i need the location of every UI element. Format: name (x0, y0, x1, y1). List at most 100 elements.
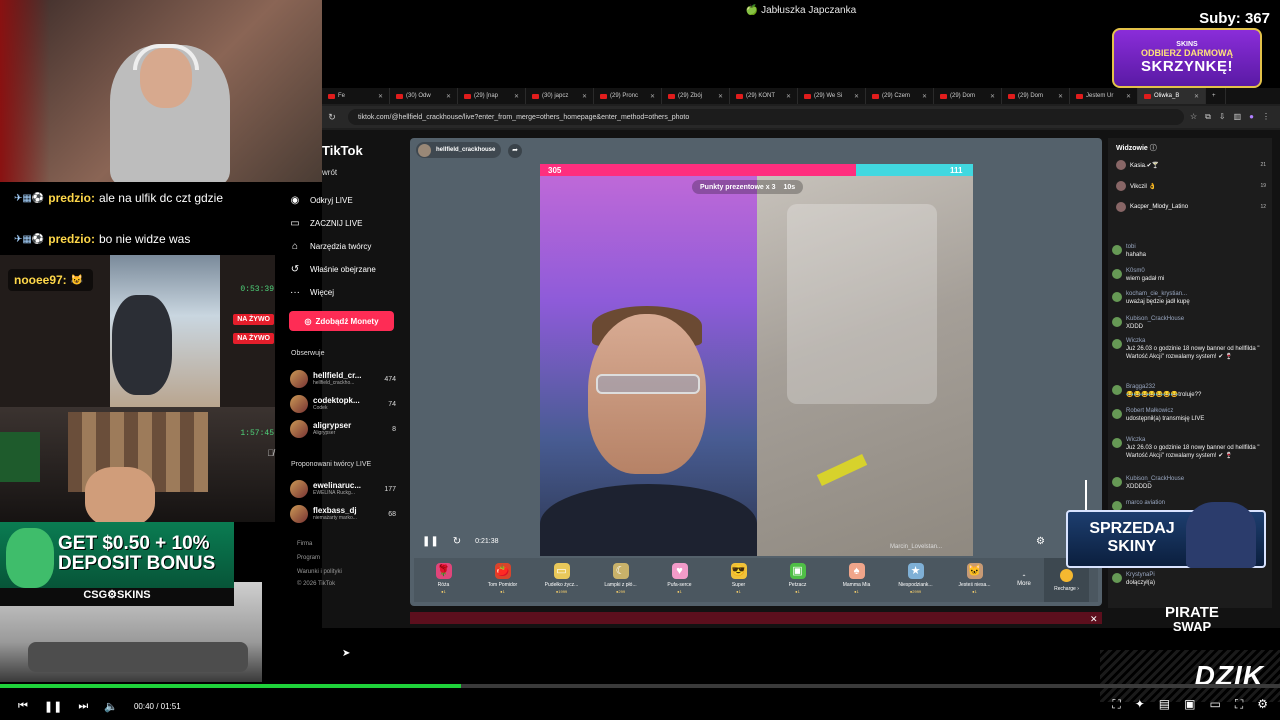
sparkle-icon[interactable]: ✦ (1135, 697, 1145, 712)
chat-username[interactable]: Kubison_CrackHouse (1126, 316, 1184, 323)
gift-item[interactable]: 🐱 Jesteś niesa... ●1 (945, 558, 1004, 602)
browser-tab[interactable]: Jestem Ur ✕ (1070, 88, 1138, 104)
gift-item[interactable]: ▣ Petzacz ●1 (768, 558, 827, 602)
viewer-row[interactable]: Kasia.✔🍸 21 (1116, 156, 1266, 174)
settings-icon[interactable]: ⚙ (1036, 536, 1045, 547)
volume-icon[interactable]: 🔈 (104, 700, 118, 713)
close-tab-icon[interactable]: ✕ (514, 93, 519, 100)
footer-link[interactable]: Firma (297, 541, 312, 547)
browser-tab[interactable]: (29) Dom ✕ (1002, 88, 1070, 104)
close-tab-icon[interactable]: ✕ (718, 93, 723, 100)
chat-username[interactable]: KrystynaPi (1126, 572, 1155, 579)
miniplayer-icon[interactable]: ▣ (1184, 697, 1195, 712)
suggested-item[interactable]: ewelinaruc... EWELINA Ruckg... 177 (290, 477, 396, 501)
suggested-item[interactable]: flexbass_dj niemażarty marko... 68 (290, 502, 396, 526)
menu-item-creator-tools[interactable]: ⌂ Narzędzia twórcy (288, 235, 408, 258)
chat-username[interactable]: kocham_cie_krystian... (1126, 291, 1190, 298)
reload-icon[interactable]: ↻ (322, 112, 342, 123)
close-tab-icon[interactable]: ✕ (1126, 93, 1131, 100)
footer-link[interactable]: Program (297, 555, 320, 561)
csgoskins-ad[interactable]: GET $0.50 + 10% DEPOSIT BONUS CSG⚙SKINS (0, 522, 234, 606)
chat-username[interactable]: Bragga232 (1126, 384, 1201, 391)
host-avatar (418, 143, 431, 157)
extensions-icon[interactable]: ⧉ (1205, 112, 1211, 122)
menu-item-discover-live[interactable]: ◉ Odkryj LIVE (288, 189, 408, 212)
chat-text: bo nie widze was (98, 232, 191, 246)
back-link[interactable]: wrót (322, 168, 337, 177)
browser-tab[interactable]: (29) [nap ✕ (458, 88, 526, 104)
menu-item-start-live[interactable]: ▭ ZACZNIJ LIVE (288, 212, 408, 235)
fullscreen-icon[interactable]: ⛶ (1235, 697, 1243, 712)
close-tab-icon[interactable]: ✕ (378, 93, 383, 100)
browser-tab[interactable]: (29) Dom ✕ (934, 88, 1002, 104)
close-tab-icon[interactable]: ✕ (854, 93, 859, 100)
viewer-row[interactable]: Kacper_Mlody_Latino 12 (1116, 198, 1266, 216)
browser-tab[interactable]: (29) We Si ✕ (798, 88, 866, 104)
following-item[interactable]: codektopk... Codek 74 (290, 392, 396, 416)
subtitles-icon[interactable]: ▤ (1159, 697, 1170, 712)
url-field[interactable]: tiktok.com/@hellfield_crackhouse/live?en… (348, 109, 1184, 125)
browser-tab[interactable]: (29) Pronc ✕ (594, 88, 662, 104)
close-tab-icon[interactable]: ✕ (990, 93, 995, 100)
pause-icon[interactable]: ❚❚ (44, 700, 62, 713)
crop-icon[interactable]: ⛶ (1112, 697, 1120, 712)
browser-tab[interactable]: Fe ✕ (322, 88, 390, 104)
theater-icon[interactable]: ▭ (1209, 697, 1220, 712)
close-tab-icon[interactable]: ✕ (446, 93, 451, 100)
star-icon[interactable]: ☆ (1190, 112, 1197, 122)
close-icon[interactable]: ✕ (1090, 614, 1098, 625)
following-item[interactable]: hellfield_cr... hellfield_crackho... 474 (290, 367, 396, 391)
sell-skins-ad[interactable]: SPRZEDAJ SKINY (1066, 502, 1266, 568)
footer-link[interactable]: Warunki i polityki (297, 569, 342, 575)
sidepanel-icon[interactable]: ▥ (1234, 112, 1242, 122)
host-chip[interactable]: hellfield_crackhouse (416, 142, 502, 158)
chat-username[interactable]: Kubison_CrackHouse (1126, 476, 1184, 483)
close-tab-icon[interactable]: ✕ (922, 93, 927, 100)
chat-username[interactable]: K0sm0 (1126, 268, 1164, 275)
chat-username[interactable]: Wiczka (1126, 338, 1264, 345)
gift-item[interactable]: ♠ Mamma Mia ●1 (827, 558, 886, 602)
browser-tab[interactable]: (29) Czem ✕ (866, 88, 934, 104)
pause-icon[interactable]: ❚❚ (422, 536, 439, 547)
gift-item[interactable]: 🌹 Róża ●1 (414, 558, 473, 602)
chat-username[interactable]: Wiczka (1126, 437, 1264, 444)
viewer-row[interactable]: Vikczil 👌 19 (1116, 177, 1266, 195)
profile-icon[interactable]: ● (1249, 112, 1254, 122)
chat-username[interactable]: tobi (1126, 244, 1146, 251)
close-tab-icon[interactable]: ✕ (1058, 93, 1063, 100)
chat-username[interactable]: marco aviation (1126, 500, 1165, 507)
close-tab-icon[interactable]: ✕ (786, 93, 791, 100)
menu-icon[interactable]: ⋮ (1262, 112, 1270, 122)
gift-item[interactable]: ☾ Lampki z płó... ●299 (591, 558, 650, 602)
tiktok-logo[interactable]: TikTok (322, 143, 363, 158)
video-progress-bar[interactable] (0, 684, 1280, 688)
settings-icon[interactable]: ⚙ (1257, 697, 1268, 712)
previous-icon[interactable]: ⏮ (18, 700, 28, 713)
browser-tab[interactable]: (30) Odw ✕ (390, 88, 458, 104)
gift-item[interactable]: ★ Niespodziank... ●2999 (886, 558, 945, 602)
menu-item-more[interactable]: ··· Więcej (288, 281, 408, 304)
close-tab-icon[interactable]: ✕ (582, 93, 587, 100)
gift-item[interactable]: ▭ Pudełko życz... ●1999 (532, 558, 591, 602)
promo-ad[interactable]: SKINS ODBIERZ DARMOWĄ SKRZYNKĘ! (1112, 28, 1262, 88)
downloads-icon[interactable]: ⇩ (1219, 112, 1226, 122)
browser-tab[interactable]: Oliwka_B ✕ (1138, 88, 1206, 104)
refresh-icon[interactable]: ↻ (453, 536, 461, 547)
volume-slider[interactable] (1082, 480, 1090, 510)
browser-tab[interactable]: (30) japcz ✕ (526, 88, 594, 104)
following-item[interactable]: aligrypser Aligrypser 8 (290, 417, 396, 441)
menu-item-recently-watched[interactable]: ↺ Właśnie obejrzane (288, 258, 408, 281)
gift-item[interactable]: 🍅 Tom Pomidor ●1 (473, 558, 532, 602)
chat-username[interactable]: Robert Małkowicz (1126, 408, 1204, 415)
gift-item[interactable]: 😎 Super ●1 (709, 558, 768, 602)
browser-tab[interactable]: (29) KONT ✕ (730, 88, 798, 104)
next-icon[interactable]: ⏭ (78, 700, 88, 713)
gift-item[interactable]: ♥ Pufa-serce ●1 (650, 558, 709, 602)
more-gifts-button[interactable]: ⌃ More (1004, 558, 1044, 602)
get-coins-button[interactable]: ◎ Zdobądź Monety (289, 311, 394, 331)
new-tab-icon[interactable]: + (1206, 88, 1226, 104)
close-tab-icon[interactable]: ✕ (650, 93, 655, 100)
share-icon[interactable]: ➦ (508, 144, 522, 158)
browser-tab[interactable]: (29) Zbój ✕ (662, 88, 730, 104)
close-tab-icon[interactable]: ✕ (1194, 93, 1199, 100)
